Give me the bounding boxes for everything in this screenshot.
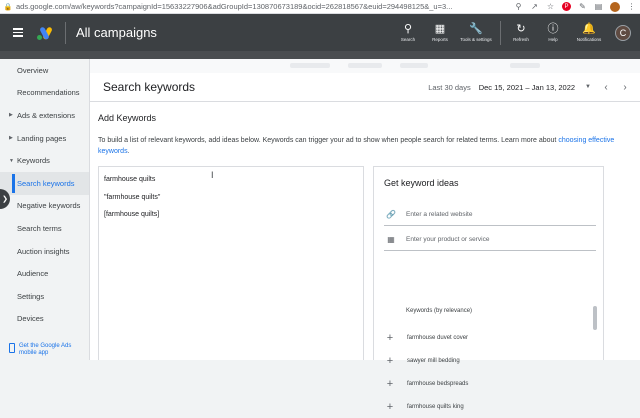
url-text[interactable]: ads.google.com/aw/keywords?campaignId=15… bbox=[16, 2, 508, 11]
sidebar-item-devices[interactable]: Devices bbox=[0, 308, 89, 331]
ideas-list-header: Keywords (by relevance) bbox=[406, 308, 473, 314]
chevron-down-icon[interactable]: ▼ bbox=[585, 84, 591, 90]
puzzle-icon[interactable]: ▤ bbox=[594, 2, 603, 11]
product-service-input[interactable]: ▦ Enter your product or service bbox=[384, 229, 596, 251]
keyword-idea-row[interactable]: + sawyer mill bedding bbox=[384, 349, 589, 372]
keyword-idea-row[interactable]: + farmhouse quilts king bbox=[384, 395, 589, 418]
header-subbar bbox=[0, 51, 640, 59]
add-icon[interactable]: + bbox=[384, 355, 396, 366]
sidebar-item-negative-keywords[interactable]: Negative keywords bbox=[0, 195, 89, 218]
keyword-ideas-title: Get keyword ideas bbox=[384, 178, 459, 188]
menu-icon[interactable]: ⋮ bbox=[627, 2, 636, 11]
share-icon[interactable]: ↗ bbox=[530, 2, 539, 11]
add-icon[interactable]: + bbox=[384, 332, 396, 343]
header-tools: ⚲ Search ▦ Reports 🔧 Tools & settings ↻ … bbox=[392, 14, 640, 51]
header-title[interactable]: All campaigns bbox=[76, 25, 157, 40]
chevron-right-icon: ▶ bbox=[9, 112, 13, 119]
keyword-idea-row[interactable]: + farmhouse duvet cover bbox=[384, 326, 589, 349]
refresh-icon: ↻ bbox=[516, 23, 526, 35]
sidebar-item-audience[interactable]: Audience bbox=[0, 262, 89, 285]
building-icon: ▦ bbox=[387, 235, 395, 244]
google-ads-logo bbox=[37, 25, 53, 40]
keywords-textarea[interactable]: farmhouse quilts "farmhouse quilts" [far… bbox=[98, 166, 364, 360]
add-keywords-description: To build a list of relevant keywords, ad… bbox=[98, 137, 615, 155]
date-range-picker[interactable]: Last 30 days Dec 15, 2021 – Jan 13, 2022… bbox=[428, 82, 640, 93]
page-titlebar: Search keywords Last 30 days Dec 15, 202… bbox=[90, 73, 640, 102]
sidebar-item-recommendations[interactable]: Recommendations bbox=[0, 82, 89, 105]
ideas-scrollbar[interactable] bbox=[593, 306, 597, 330]
main-content: Search keywords Last 30 days Dec 15, 202… bbox=[90, 59, 640, 412]
tools-divider bbox=[500, 20, 501, 45]
sidebar-item-settings[interactable]: Settings bbox=[0, 285, 89, 308]
date-range-value: Dec 15, 2021 – Jan 13, 2022 bbox=[478, 82, 576, 92]
sidebar: Overview Recommendations ▶ Ads & extensio… bbox=[0, 59, 89, 360]
browser-address-bar[interactable]: 🔒 ads.google.com/aw/keywords?campaignId=… bbox=[0, 0, 640, 14]
help-button[interactable]: ⓘ Help bbox=[537, 23, 569, 42]
search-icon: ⚲ bbox=[403, 23, 413, 35]
sidebar-item-overview[interactable]: Overview bbox=[0, 59, 89, 82]
sidebar-item-ads-extensions[interactable]: ▶ Ads & extensions bbox=[0, 104, 89, 127]
mobile-app-link[interactable]: Get the Google Ads mobile app bbox=[0, 337, 89, 360]
account-avatar[interactable]: C bbox=[615, 24, 631, 41]
extension-icon[interactable]: ✎ bbox=[578, 2, 587, 11]
previous-period-icon[interactable]: ‹ bbox=[601, 82, 611, 93]
background-toolbar bbox=[90, 59, 640, 73]
app-header: All campaigns ⚲ Search ▦ Reports 🔧 Tools… bbox=[0, 14, 640, 51]
tools-settings-button[interactable]: 🔧 Tools & settings bbox=[456, 23, 496, 42]
page-title: Search keywords bbox=[103, 80, 196, 94]
keyword-line: [farmhouse quilts] bbox=[104, 211, 160, 218]
text-cursor-icon: I bbox=[211, 170, 214, 180]
related-website-input[interactable]: 🔗 Enter a related website bbox=[384, 204, 596, 226]
profile-avatar-icon[interactable] bbox=[610, 1, 620, 12]
add-icon[interactable]: + bbox=[384, 378, 396, 389]
keyword-idea-row[interactable]: + farmhouse bedspreads bbox=[384, 372, 589, 395]
add-keywords-title: Add Keywords bbox=[98, 113, 157, 123]
star-icon[interactable]: ☆ bbox=[546, 2, 555, 11]
sidebar-item-keywords[interactable]: ▼ Keywords bbox=[0, 149, 89, 172]
chevron-down-icon: ▼ bbox=[9, 157, 14, 164]
keyword-ideas-panel: Get keyword ideas 🔗 Enter a related webs… bbox=[373, 166, 604, 412]
refresh-button[interactable]: ↻ Refresh bbox=[505, 23, 537, 42]
link-icon: 🔗 bbox=[386, 210, 396, 219]
search-icon[interactable]: ⚲ bbox=[514, 2, 523, 11]
browser-extensions: ⚲ ↗ ☆ P ✎ ▤ ⋮ bbox=[514, 1, 636, 12]
sidebar-item-auction-insights[interactable]: Auction insights bbox=[0, 240, 89, 263]
keyword-line: farmhouse quilts bbox=[104, 176, 156, 183]
tools-icon: 🔧 bbox=[469, 23, 483, 35]
pinterest-icon[interactable]: P bbox=[562, 2, 571, 11]
search-button[interactable]: ⚲ Search bbox=[392, 23, 424, 42]
reports-button[interactable]: ▦ Reports bbox=[424, 23, 456, 42]
sidebar-item-search-keywords[interactable]: Search keywords bbox=[0, 171, 89, 195]
phone-icon bbox=[9, 343, 15, 353]
chevron-right-icon: ▶ bbox=[9, 135, 13, 142]
sidebar-item-landing-pages[interactable]: ▶ Landing pages bbox=[0, 127, 89, 150]
reports-icon: ▦ bbox=[434, 23, 446, 35]
header-divider bbox=[65, 21, 66, 44]
lock-icon: 🔒 bbox=[3, 3, 13, 11]
keyword-line: "farmhouse quilts" bbox=[104, 193, 161, 201]
help-icon: ⓘ bbox=[547, 23, 559, 35]
hamburger-menu-icon[interactable] bbox=[3, 14, 33, 51]
notifications-button[interactable]: 🔔 Notifications bbox=[569, 23, 609, 42]
next-period-icon[interactable]: › bbox=[620, 82, 630, 93]
add-icon[interactable]: + bbox=[384, 401, 396, 412]
chevron-right-icon: ❯ bbox=[2, 196, 8, 203]
sidebar-item-search-terms[interactable]: Search terms bbox=[0, 217, 89, 240]
bell-icon: 🔔 bbox=[582, 23, 596, 35]
date-range-label: Last 30 days bbox=[428, 82, 471, 92]
